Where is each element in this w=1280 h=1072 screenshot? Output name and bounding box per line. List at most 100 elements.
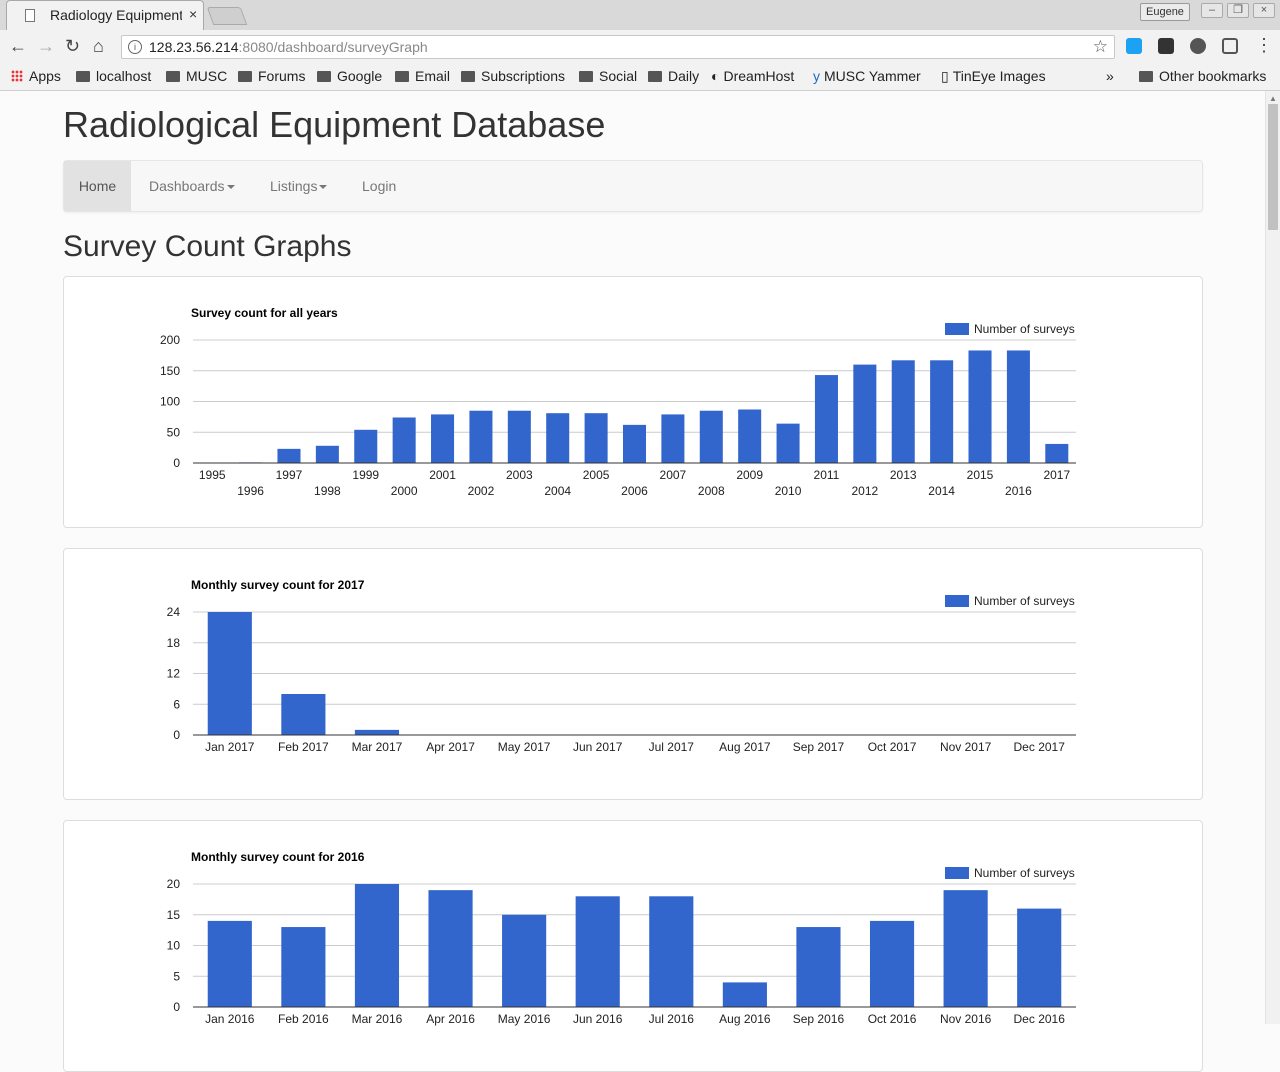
restore-icon[interactable]: ❐ <box>1227 3 1249 18</box>
folder-icon <box>579 71 593 82</box>
bookmark-email[interactable]: Email <box>395 67 450 85</box>
folder-icon <box>1139 71 1153 82</box>
legend-swatch[interactable] <box>945 867 969 879</box>
minimize-icon[interactable]: – <box>1201 3 1223 18</box>
bookmark-musc-yammer[interactable]: y MUSC Yammer <box>813 67 921 85</box>
x-tick-label: 2017 <box>1043 468 1070 482</box>
nav-listings[interactable]: Listings <box>270 161 328 211</box>
bar-feb-2016[interactable] <box>281 927 326 1007</box>
twitter-icon[interactable] <box>1126 38 1142 54</box>
legend-label[interactable]: Number of surveys <box>974 594 1075 608</box>
bookmark-localhost[interactable]: localhost <box>76 67 151 85</box>
other-bookmarks[interactable]: Other bookmarks <box>1139 67 1266 85</box>
nav-home[interactable]: Home <box>64 161 131 211</box>
x-tick-label: May 2017 <box>498 740 551 754</box>
legend-swatch[interactable] <box>945 323 969 335</box>
scrollbar-thumb[interactable] <box>1268 104 1278 230</box>
bar-2010[interactable] <box>776 423 800 463</box>
extension-icon[interactable] <box>1158 38 1174 54</box>
bar-1997[interactable] <box>277 448 301 463</box>
profile-button[interactable]: Eugene <box>1140 3 1190 21</box>
star-icon[interactable]: ☆ <box>1093 37 1108 57</box>
bar-2011[interactable] <box>814 375 838 463</box>
bar-2007[interactable] <box>661 414 685 463</box>
bar-2008[interactable] <box>699 410 723 463</box>
bookmark-forums[interactable]: Forums <box>238 67 305 85</box>
bar-jun-2016[interactable] <box>575 896 620 1007</box>
bar-2002[interactable] <box>469 410 493 463</box>
bookmark-google[interactable]: Google <box>317 67 382 85</box>
x-tick-label: 2013 <box>890 468 917 482</box>
legend-swatch[interactable] <box>945 595 969 607</box>
bookmark-dreamhost[interactable]: ◐ DreamHost <box>711 67 794 85</box>
x-tick-label: 2006 <box>621 484 648 498</box>
home-icon[interactable]: ⌂ <box>93 36 104 56</box>
bar-jan-2016[interactable] <box>207 920 252 1007</box>
x-tick-label: 1996 <box>237 484 264 498</box>
bar-may-2016[interactable] <box>502 914 547 1007</box>
reload-icon[interactable]: ↻ <box>65 36 80 56</box>
bar-oct-2016[interactable] <box>869 920 915 1007</box>
bookmark-subscriptions[interactable]: Subscriptions <box>461 67 565 85</box>
bar-2004[interactable] <box>546 413 570 463</box>
bookmark-tineye-images[interactable]: ▯ TinEye Images <box>941 67 1046 85</box>
window-close-icon[interactable]: × <box>1253 3 1275 18</box>
new-tab-button[interactable] <box>206 7 248 25</box>
apps-icon <box>11 70 23 82</box>
bar-1998[interactable] <box>315 445 339 463</box>
browser-tab[interactable]: Radiology Equipment × <box>6 0 204 30</box>
nav-login[interactable]: Login <box>362 161 396 211</box>
info-icon[interactable]: i <box>128 40 142 54</box>
x-tick-label: Apr 2017 <box>426 740 475 754</box>
bar-jan-2017[interactable] <box>207 612 252 735</box>
x-tick-label: Jun 2017 <box>573 740 623 754</box>
bar-feb-2017[interactable] <box>281 694 326 735</box>
bar-2014[interactable] <box>930 360 954 463</box>
page-scrollbar[interactable]: ▲ <box>1265 91 1280 1024</box>
cast-icon[interactable] <box>1222 38 1238 54</box>
folder-icon <box>76 71 90 82</box>
bar-2006[interactable] <box>622 424 647 463</box>
bar-mar-2017[interactable] <box>354 729 400 735</box>
nav-dashboards[interactable]: Dashboards <box>149 161 235 211</box>
bar-2012[interactable] <box>853 364 877 463</box>
close-icon[interactable]: × <box>189 6 197 22</box>
scroll-up-icon[interactable]: ▲ <box>1269 94 1277 103</box>
page-icon: ▯ <box>941 68 949 84</box>
bar-2013[interactable] <box>891 360 915 463</box>
x-tick-label: Jan 2017 <box>205 740 255 754</box>
bar-2000[interactable] <box>392 417 416 463</box>
bar-dec-2016[interactable] <box>1017 908 1062 1007</box>
bar-jul-2016[interactable] <box>649 896 694 1007</box>
bar-1999[interactable] <box>354 429 378 463</box>
bookmark-daily[interactable]: Daily <box>648 67 699 85</box>
bar-2017[interactable] <box>1045 443 1069 463</box>
lightbulb-icon[interactable] <box>1190 38 1206 54</box>
forward-icon[interactable]: → <box>37 36 55 56</box>
bookmarks-overflow-icon[interactable]: » <box>1106 67 1114 85</box>
bar-aug-2016[interactable] <box>722 982 767 1007</box>
x-tick-label: 2016 <box>1005 484 1032 498</box>
address-bar[interactable]: i 128.23.56.214:8080/dashboard/surveyGra… <box>121 35 1115 59</box>
bar-2001[interactable] <box>431 414 455 463</box>
bookmark-social[interactable]: Social <box>579 67 637 85</box>
bar-2005[interactable] <box>584 413 608 463</box>
bar-2003[interactable] <box>507 410 531 463</box>
bar-apr-2016[interactable] <box>428 890 473 1007</box>
x-tick-label: 2014 <box>928 484 955 498</box>
bookmark-musc[interactable]: MUSC <box>166 67 227 85</box>
bookmark-apps[interactable]: Apps <box>11 67 61 85</box>
bar-2015[interactable] <box>968 350 992 463</box>
bar-2016[interactable] <box>1006 350 1030 463</box>
back-icon[interactable]: ← <box>9 36 27 56</box>
legend-label[interactable]: Number of surveys <box>974 866 1075 880</box>
bar-mar-2016[interactable] <box>354 884 400 1007</box>
legend-label[interactable]: Number of surveys <box>974 322 1075 336</box>
bar-nov-2016[interactable] <box>943 890 988 1007</box>
x-tick-label: 2010 <box>775 484 802 498</box>
y-tick-label: 150 <box>160 364 180 378</box>
bar-sep-2016[interactable] <box>796 927 841 1007</box>
bar-2009[interactable] <box>738 409 762 463</box>
x-tick-label: 2008 <box>698 484 725 498</box>
menu-icon[interactable]: ⋮ <box>1255 35 1273 55</box>
